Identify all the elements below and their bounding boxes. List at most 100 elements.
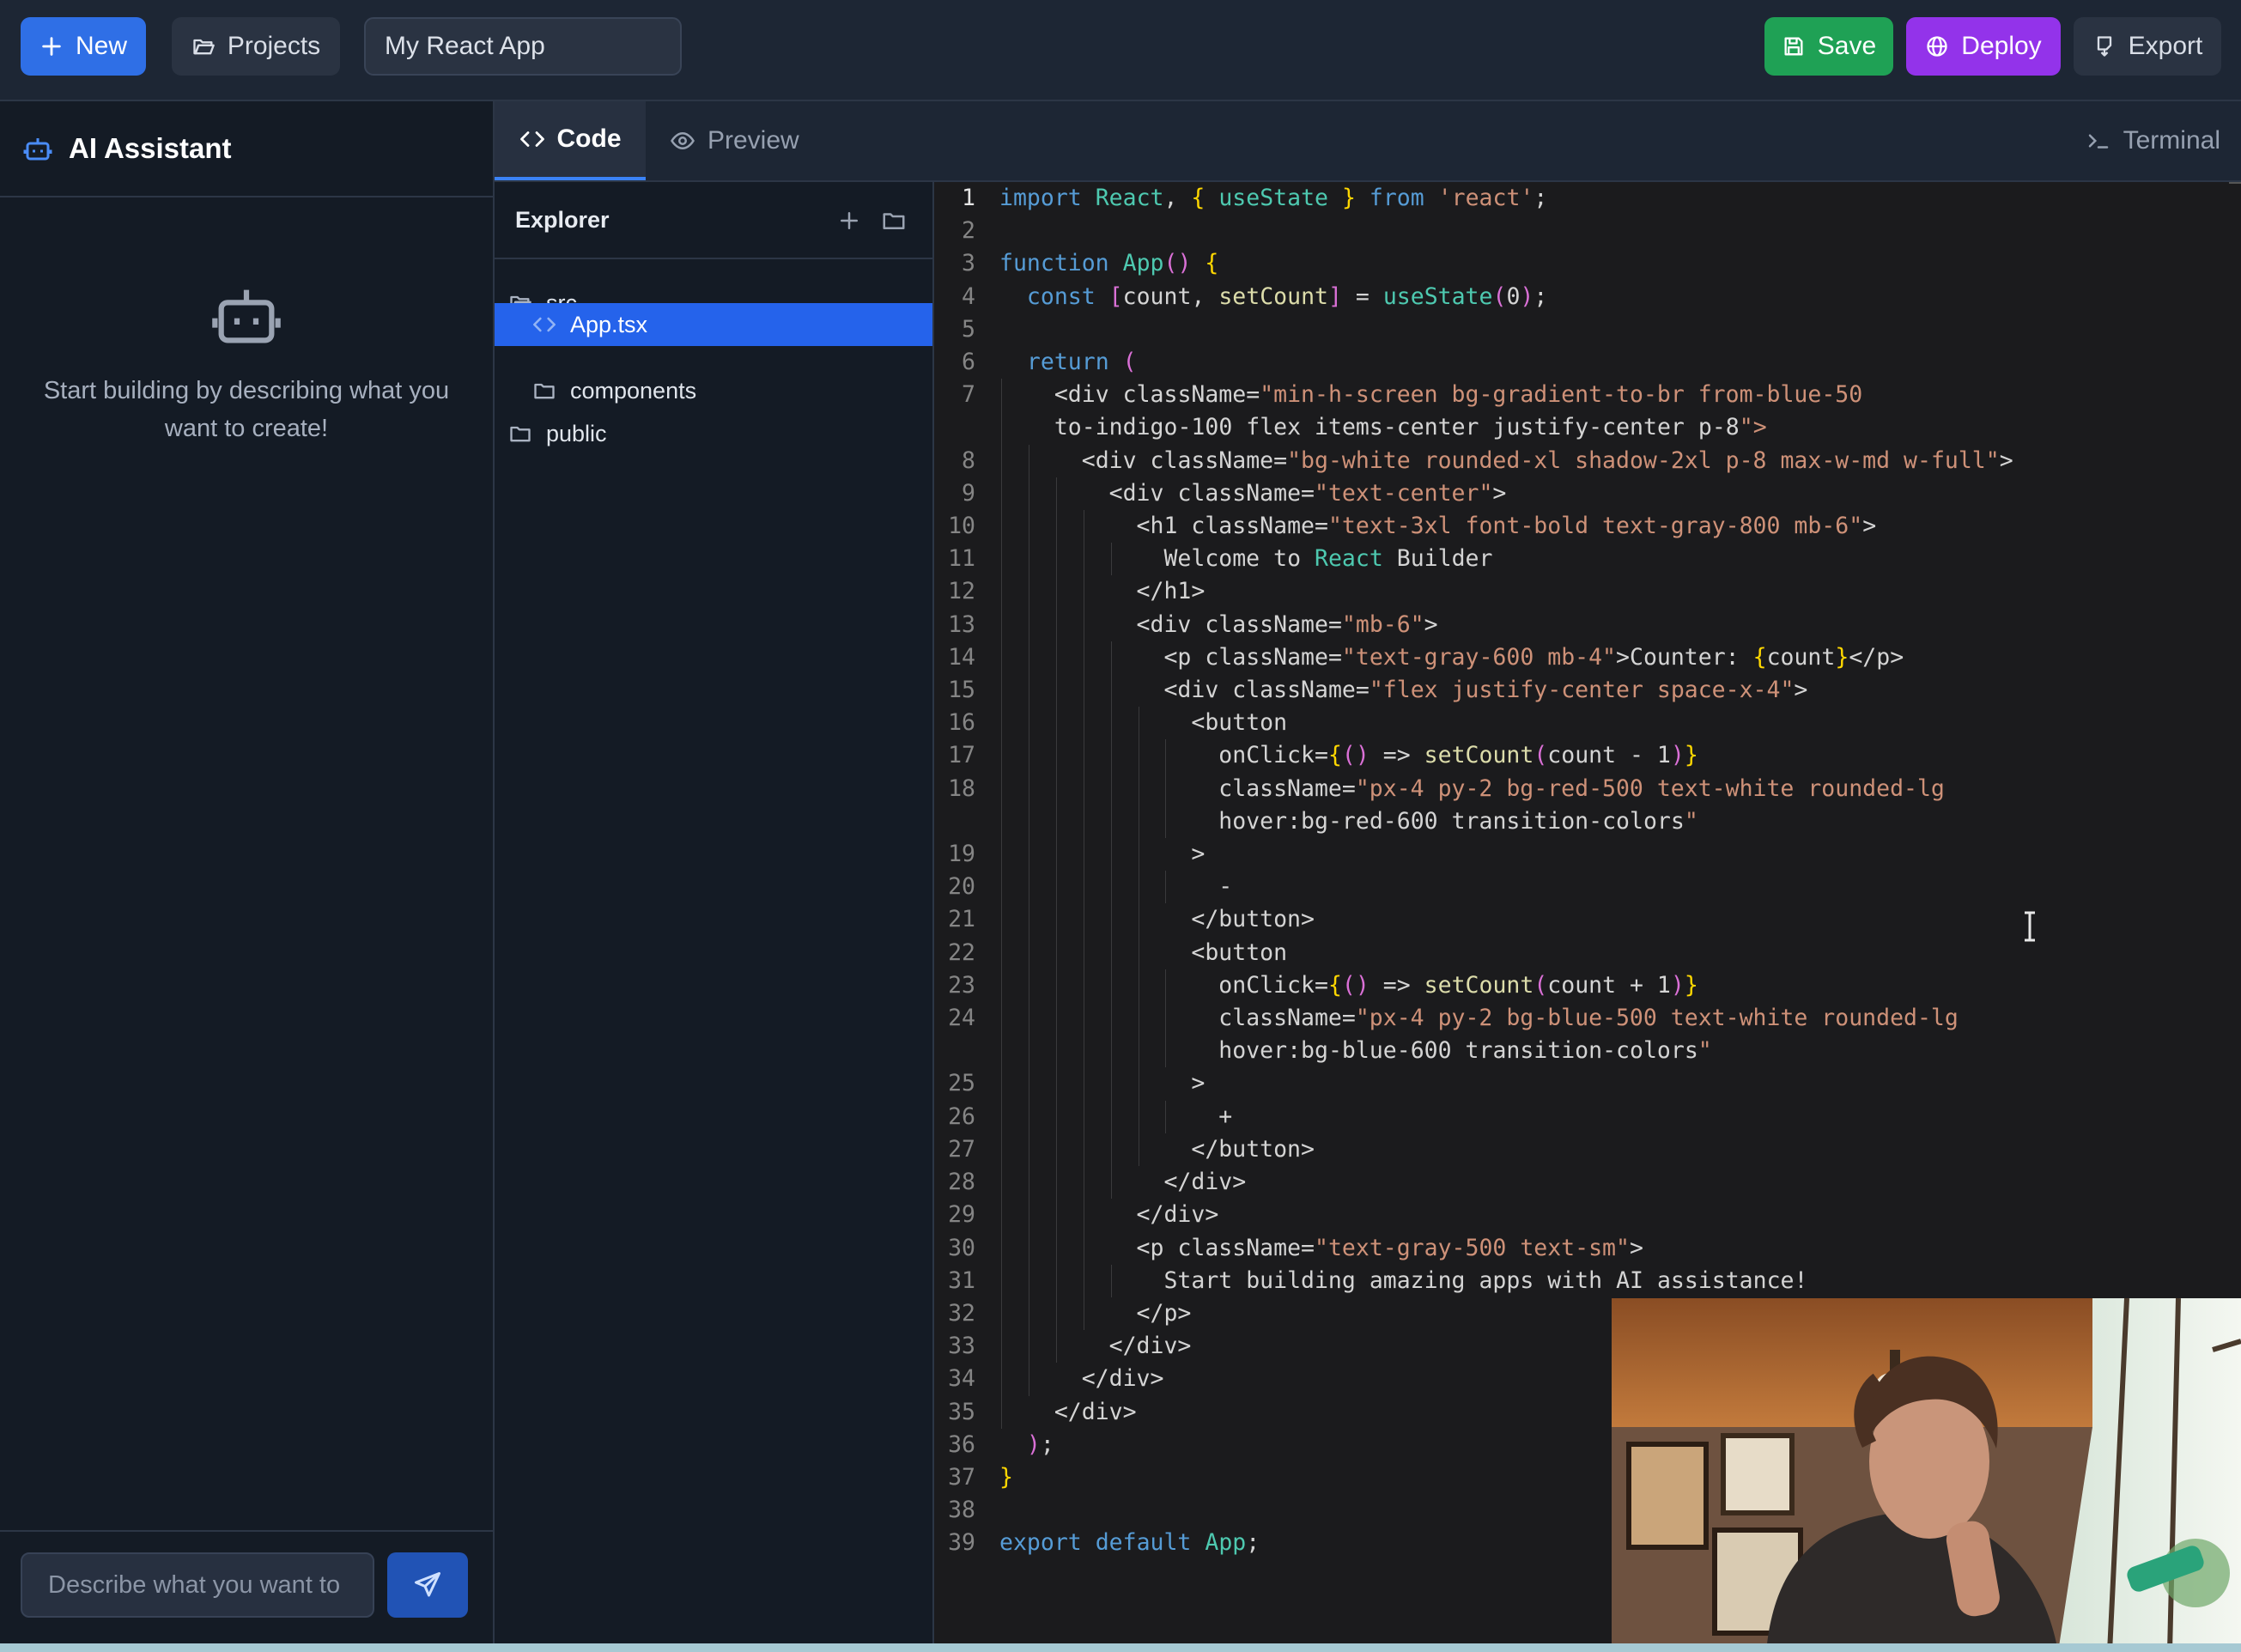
- plus-icon[interactable]: [836, 208, 862, 234]
- line-number: 6: [962, 349, 975, 376]
- indent-guide: [1001, 1264, 1002, 1297]
- line-number: 36: [948, 1430, 975, 1458]
- code-line[interactable]: 23 onClick={() => setCount(count + 1)}: [934, 969, 2013, 1003]
- deploy-button[interactable]: Deploy: [1906, 17, 2061, 76]
- code-line[interactable]: 13 <div className="mb-6">: [934, 608, 2013, 641]
- line-number: 34: [948, 1365, 975, 1393]
- line-text: hover:bg-blue-600 transition-colors": [975, 1035, 1712, 1068]
- send-button[interactable]: [387, 1552, 468, 1618]
- line-number: 39: [948, 1529, 975, 1557]
- indent-guide: [1055, 510, 1057, 544]
- tab-preview[interactable]: Preview: [670, 101, 799, 180]
- code-line[interactable]: 1 import React, { useState } from 'react'…: [934, 182, 2013, 215]
- code-line[interactable]: 12 </h1>: [934, 575, 2013, 609]
- code-line[interactable]: 8 <div className="bg-white rounded-xl sh…: [934, 444, 2013, 477]
- code-line[interactable]: 20 -: [934, 871, 2013, 904]
- indent-guide: [1001, 1035, 1002, 1068]
- indent-guide: [1001, 608, 1002, 641]
- tree-item-public[interactable]: public: [495, 412, 932, 455]
- code-line[interactable]: hover:bg-red-600 transition-colors": [934, 805, 2013, 839]
- indent-guide: [1055, 772, 1057, 805]
- line-text: onClick={() => setCount(count + 1)}: [975, 969, 1698, 1003]
- ai-empty-message: Start building by describing what you wa…: [43, 377, 450, 442]
- code-line[interactable]: 15 <div className="flex justify-center s…: [934, 674, 2013, 708]
- ai-prompt-input[interactable]: Describe what you want to: [21, 1552, 374, 1618]
- code-line[interactable]: 9 <div className="text-center">: [934, 477, 2013, 511]
- indent-guide: [1055, 805, 1057, 839]
- tree-item-components[interactable]: components: [495, 369, 932, 412]
- indent-guide: [1055, 969, 1057, 1003]
- line-number: 10: [948, 513, 975, 540]
- code-line[interactable]: 16 <button: [934, 707, 2013, 740]
- code-line[interactable]: 29 </div>: [934, 1199, 2013, 1232]
- line-text: className="px-4 py-2 bg-red-500 text-whi…: [975, 772, 1945, 805]
- code-line[interactable]: 3 function App() {: [934, 247, 2013, 280]
- top-toolbar: New Projects My React App Save Deploy Ex…: [0, 0, 2241, 101]
- line-number: 14: [948, 643, 975, 671]
- indent-guide: [1110, 641, 1112, 675]
- tab-code[interactable]: Code: [495, 101, 646, 180]
- code-line[interactable]: 4 const [count, setCount] = useState(0);: [934, 281, 2013, 313]
- line-number: 22: [948, 938, 975, 966]
- line-text: className="px-4 py-2 bg-blue-500 text-wh…: [975, 1002, 1959, 1036]
- indent-guide: [1001, 805, 1002, 839]
- code-line[interactable]: 22 <button: [934, 936, 2013, 969]
- tree-item-app-tsx[interactable]: App.tsx: [495, 303, 932, 346]
- indent-guide: [1055, 477, 1057, 511]
- line-number: 11: [948, 545, 975, 573]
- tree-item-label: public: [546, 420, 607, 446]
- code-line[interactable]: 30 <p className="text-gray-500 text-sm">: [934, 1231, 2013, 1265]
- indent-guide: [1001, 411, 1002, 445]
- line-text: [975, 313, 1013, 346]
- new-button-label: New: [75, 32, 127, 60]
- export-button[interactable]: Export: [2074, 17, 2221, 76]
- code-line[interactable]: 21 </button>: [934, 903, 2013, 937]
- code-line[interactable]: 17 onClick={() => setCount(count - 1)}: [934, 739, 2013, 773]
- code-line[interactable]: 7 <div className="min-h-screen bg-gradie…: [934, 379, 2013, 412]
- code-line[interactable]: 19 >: [934, 838, 2013, 872]
- line-text: function App() {: [999, 250, 1219, 277]
- line-number: 31: [948, 1266, 975, 1294]
- indent-guide: [1001, 641, 1002, 675]
- code-line[interactable]: to-indigo-100 flex items-center justify-…: [934, 411, 2013, 445]
- line-text: </div>: [975, 1330, 1191, 1364]
- code-line[interactable]: hover:bg-blue-600 transition-colors": [934, 1035, 2013, 1068]
- code-line[interactable]: 14 <p className="text-gray-600 mb-4">Cou…: [934, 641, 2013, 675]
- line-text: }: [999, 1463, 1013, 1491]
- project-name-field[interactable]: My React App: [364, 17, 682, 76]
- indent-guide: [1001, 871, 1002, 904]
- line-text: </div>: [975, 1199, 1218, 1232]
- code-line[interactable]: 5: [934, 313, 2013, 346]
- code-line[interactable]: 10 <h1 className="text-3xl font-bold tex…: [934, 510, 2013, 544]
- code-line[interactable]: 11 Welcome to React Builder: [934, 543, 2013, 576]
- code-line[interactable]: 28 </div>: [934, 1166, 2013, 1200]
- code-line[interactable]: 25 >: [934, 1067, 2013, 1101]
- line-number: 26: [948, 1102, 975, 1130]
- line-text: </button>: [975, 1133, 1315, 1167]
- line-text: export default App;: [999, 1529, 1260, 1557]
- tree-item-label: components: [570, 377, 697, 404]
- code-line[interactable]: 6 return (: [934, 346, 2013, 379]
- indent-guide: [1001, 1133, 1002, 1167]
- indent-guide: [1165, 772, 1167, 805]
- code-line[interactable]: 2: [934, 215, 2013, 247]
- code-line[interactable]: 27 </button>: [934, 1133, 2013, 1167]
- code-line[interactable]: 18 className="px-4 py-2 bg-red-500 text-…: [934, 772, 2013, 805]
- line-number: 8: [962, 446, 975, 474]
- code-line[interactable]: 24 className="px-4 py-2 bg-blue-500 text…: [934, 1002, 2013, 1036]
- code-line[interactable]: 31 Start building amazing apps with AI a…: [934, 1264, 2013, 1297]
- indent-guide: [1110, 969, 1112, 1003]
- tab-terminal[interactable]: Terminal: [2086, 101, 2220, 180]
- tab-terminal-label: Terminal: [2123, 126, 2220, 155]
- code-line[interactable]: 26 +: [934, 1100, 2013, 1133]
- indent-guide: [1001, 379, 1002, 412]
- indent-guide: [1110, 1264, 1112, 1297]
- save-button[interactable]: Save: [1764, 17, 1893, 76]
- new-button[interactable]: New: [21, 17, 146, 76]
- webcam-overlay: [1612, 1298, 2241, 1652]
- new-folder-icon[interactable]: [881, 208, 907, 234]
- projects-button[interactable]: Projects: [172, 17, 340, 76]
- line-number: 19: [948, 841, 975, 868]
- projects-button-label: Projects: [227, 32, 321, 60]
- export-icon: [2092, 34, 2116, 58]
